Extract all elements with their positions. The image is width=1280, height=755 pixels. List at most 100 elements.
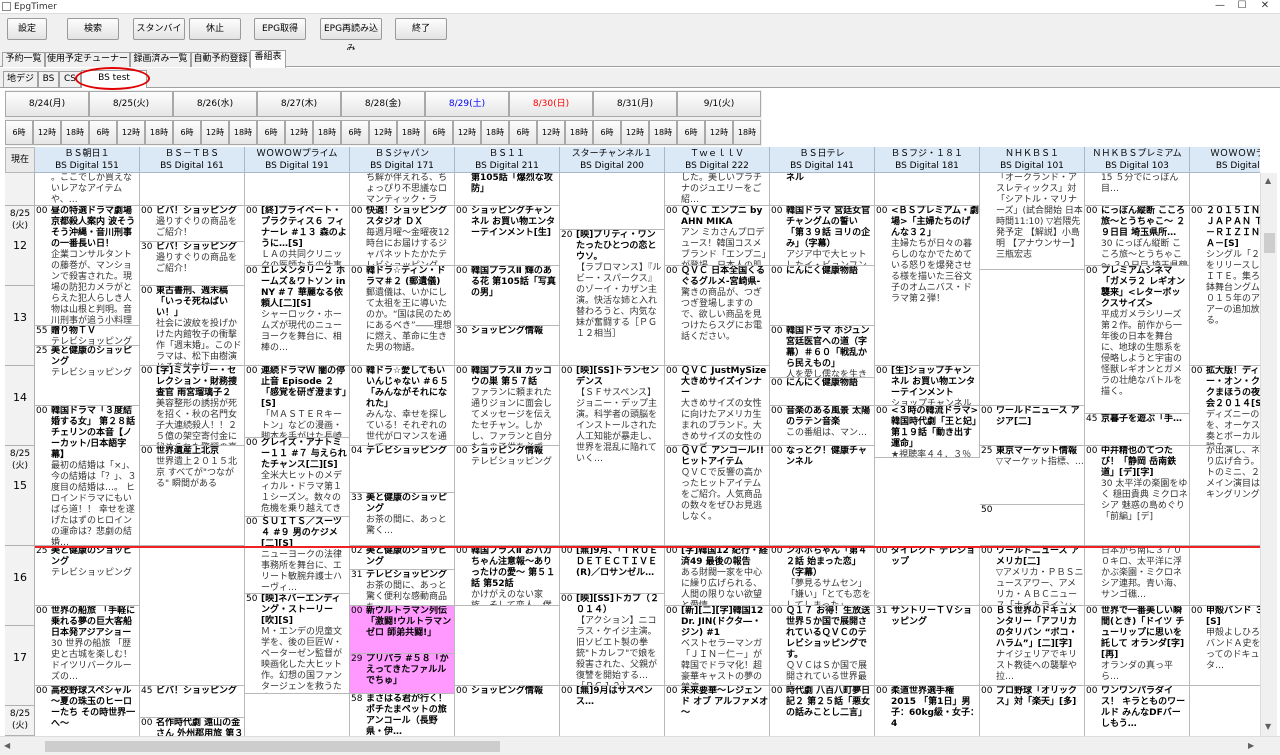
search-button[interactable]: 検索 bbox=[67, 18, 119, 40]
date-button[interactable]: 8/28(金) bbox=[341, 91, 425, 117]
vertical-scroll-thumb[interactable] bbox=[1264, 233, 1275, 253]
date-button[interactable]: 8/26(水) bbox=[173, 91, 257, 117]
close-button[interactable]: ✕ bbox=[1254, 0, 1276, 12]
epg-fetch-button[interactable]: EPG取得 bbox=[254, 18, 306, 40]
hour-button[interactable]: 12時 bbox=[621, 120, 649, 145]
program-cell[interactable]: 00 ショッピング情報 テレビショッピング bbox=[455, 446, 560, 546]
date-button[interactable]: 8/31(月) bbox=[593, 91, 677, 117]
program-cell[interactable]: 58 まさはる君が行く！ポチたまペットの旅 アンコール（長野県・伊… bbox=[350, 694, 455, 736]
program-cell[interactable]: 00 韓国ドラマ「３度結婚する女」 第２８話 チェリンの本音【ノーカット/日本語字… bbox=[35, 406, 140, 546]
hour-button[interactable]: 12時 bbox=[369, 120, 397, 145]
date-button[interactable]: 8/25(火) bbox=[89, 91, 173, 117]
tab-epg-view[interactable]: 番組表 bbox=[250, 50, 286, 68]
program-cell[interactable]: 00 韓国ドラマ ホジュン 宮廷医官への道（字幕）＃６０「戦乱から民えもの」 人を愛… bbox=[770, 326, 875, 378]
program-cell[interactable]: 04 テレビショッピング bbox=[350, 446, 455, 493]
hour-button[interactable]: 6時 bbox=[677, 120, 705, 145]
program-cell[interactable]: 33 美と健康のショッピング お茶の間に、あっと驚く… bbox=[350, 493, 455, 546]
program-cell[interactable]: 日本から南に３７００キロ、太平洋に浮かぶ楽園・ミクロネシア連邦。青い海、サンゴ礁… bbox=[1085, 546, 1190, 606]
program-cell[interactable]: 50 [映]ネバーエンディング・ストーリー[吹][S] Ｍ・エンデの児童文学を、後の… bbox=[245, 594, 350, 694]
program-cell[interactable]: 00 [新][二][字]韓国12 Dr. JIN(ドクタ―・ジン) #1 ベストセラ… bbox=[665, 606, 770, 686]
program-cell[interactable]: 00 にっぽん縦断 こころ旅～とうちゃこ～ ２９日目 埼玉県所… 30 にっぽん縦断… bbox=[1085, 206, 1190, 266]
program-cell[interactable]: 00 中井精也のてつたび！「静岡 岳南鉄道」[デ][字] 30 太平洋の楽園をゆく … bbox=[1085, 446, 1190, 546]
hour-button[interactable]: 12時 bbox=[201, 120, 229, 145]
program-cell[interactable]: 第105話「爆烈な攻防」 bbox=[455, 173, 560, 206]
program-cell[interactable]: 00 ＱＶＣ 日本全国くるぐるグルメ-宮崎県- 驚きの商品が、つぎつぎ登場しますので… bbox=[665, 266, 770, 366]
program-cell[interactable]: ネル bbox=[770, 173, 875, 206]
tab-auto-reserve[interactable]: 自動予約登録 bbox=[191, 52, 250, 67]
program-cell[interactable]: 00 [映][SS]トランセンデンス 【ＳＦサスペンス】ジョニー・デップ主演。科学者… bbox=[560, 366, 665, 546]
program-cell[interactable]: 00拡大版！ディズニー・オン・クラシックまほうの夜の音楽会２０１４[S]ディズニ… bbox=[1190, 366, 1260, 446]
hour-button[interactable]: 18時 bbox=[481, 120, 509, 145]
horizontal-scrollbar[interactable]: ◀ ▶ bbox=[0, 736, 1280, 755]
hour-button[interactable]: 6時 bbox=[257, 120, 285, 145]
program-cell[interactable]: 00 ワンワンパラダイス！ キラとものワールド みんなDFバーしもう… bbox=[1085, 686, 1190, 736]
hour-button[interactable]: 18時 bbox=[649, 120, 677, 145]
program-cell[interactable]: 02 美と健康のショッピング bbox=[350, 546, 455, 570]
program-cell[interactable]: 00 柔道世界選手権2015 「第1日」男子：60kg級・女子：4 bbox=[875, 686, 980, 736]
program-cell[interactable]: 00 ダイレクト テレショップ bbox=[875, 546, 980, 606]
program-cell[interactable]: 00 ＳＵＩＴＳ／スーツ４ #９ 男のケジメ[二][S] ニューヨークの法律事務所を… bbox=[245, 517, 350, 594]
program-cell[interactable]: 45 京暮子を遊ぶ「手… bbox=[1085, 414, 1190, 446]
scroll-right-icon[interactable]: ▶ bbox=[1248, 741, 1254, 751]
program-cell[interactable]: 00名作時代劇 遠山の金さん 外州郡用旅 第３部「呪いの鈴剣・盟山の bbox=[140, 718, 245, 736]
channel-header-cell[interactable]: ＢＳ朝日１ BS Digital 151 bbox=[35, 147, 140, 173]
program-cell[interactable]: 00 時代劇 八百八町夢日記２ 第２５話「悪女の話みことし二言」 bbox=[770, 686, 875, 736]
program-cell[interactable]: 00 新ウルトラマン列伝「激闘!ウルトラマンゼロ 師弟共闘!」 bbox=[350, 606, 455, 654]
program-cell[interactable]: 00 ンボボちゃん「第４２話 始まった恋」（字幕） 「夢見るサムセン」「嫌い」「とて… bbox=[770, 546, 875, 606]
program-cell[interactable] bbox=[455, 606, 560, 686]
program-cell[interactable]: 29 プリパラ #５８「かえってきたファルルでちゅ」 bbox=[350, 654, 455, 694]
hour-button[interactable]: 12時 bbox=[705, 120, 733, 145]
exit-button[interactable]: 終了 bbox=[395, 18, 447, 40]
hour-button[interactable]: 18時 bbox=[397, 120, 425, 145]
program-cell[interactable]: 00 韓ドラ☆ティン・ドラマ＃２ (郵遺儀) 郵遺儀は、いかにして太祖を王に導いたの… bbox=[350, 266, 455, 366]
program-cell[interactable]: が出演し、ネタを繰り広げ合う。サポートのミニ、２０１５メイン演目はキン・キングリ… bbox=[1190, 446, 1260, 546]
program-cell[interactable]: 00 韓国プラスⅡ おバカちゃん注意報～ありったけの愛～ 第５１話 第52話 かけが… bbox=[455, 546, 560, 606]
now-button[interactable]: 現在 bbox=[5, 147, 35, 173]
program-cell[interactable] bbox=[245, 173, 350, 206]
channel-header-cell[interactable]: スターチャンネル１ BS Digital 200 bbox=[560, 147, 665, 173]
program-cell[interactable] bbox=[875, 173, 980, 206]
date-button[interactable]: 8/27(木) bbox=[257, 91, 341, 117]
hour-button[interactable]: 12時 bbox=[33, 120, 61, 145]
tab-recorded[interactable]: 録画済み一覧 bbox=[130, 52, 191, 67]
program-cell[interactable] bbox=[140, 173, 245, 206]
hour-button[interactable]: 12時 bbox=[453, 120, 481, 145]
program-cell[interactable]: 00 プレミアムシネマ「ガメラ２ レギオン襲来」<レターボックスサイズ> 平成ガメラ… bbox=[1085, 266, 1190, 414]
channel-header-cell[interactable]: ＢＳフジ・１８１ BS Digital 181 bbox=[875, 147, 980, 173]
program-cell[interactable]: 。ここでしか買えないレアなアイテムや、… bbox=[35, 173, 140, 206]
program-cell[interactable] bbox=[560, 173, 665, 230]
program-cell[interactable]: 00 音楽のある風景 太陽のラテン音楽 この番組は、マン… bbox=[770, 406, 875, 446]
program-cell[interactable]: 00 連続ドラマＷ 闇の停止音 Episode ２「感覚を研ぎ澄ます」[S] 「ＭＡ… bbox=[245, 366, 350, 438]
program-cell[interactable]: 00甲殻バンド ３[二][S]甲殻よしひろ自身のバンドＡ史を振り返ってのドキュメ… bbox=[1190, 606, 1260, 686]
program-cell[interactable]: 00 [無]9月はサスペンス… bbox=[560, 686, 665, 736]
program-cell[interactable]: 00 世界遺産上北京 世界遺上２０１５北京 すべてが"つながる" 瞬間がある bbox=[140, 446, 245, 546]
program-cell[interactable]: 00 ＱＶＣ アンコール!! ヒットアイテム ＱＶＣで反響の高かったヒットアイテムを… bbox=[665, 446, 770, 546]
program-cell[interactable]: 00 昼の特選ドラマ劇場 京都殺人案内 波そう そう沖縄・音川刑事の一番長い日！企… bbox=[35, 206, 140, 326]
hour-button[interactable]: 18時 bbox=[61, 120, 89, 145]
channel-header-cell[interactable]: ＢＳ日テレ BS Digital 141 bbox=[770, 147, 875, 173]
program-cell[interactable]: 50 bbox=[980, 505, 1085, 546]
program-cell[interactable]: 00 韓国プラスⅡ 輝のある花 第105話「写真の男」 bbox=[455, 266, 560, 326]
program-cell[interactable]: 31 サントリーＴＶショッピング bbox=[875, 606, 980, 686]
channel-header-cell[interactable]: ＷＯＷＯＷライ BS Digital 1 bbox=[1190, 147, 1260, 173]
channel-header-cell[interactable]: ＷＯＷＯＷプライム BS Digital 191 bbox=[245, 147, 350, 173]
program-cell[interactable]: 25 美と健康のショッピング テレビショッピング bbox=[35, 546, 140, 606]
date-button[interactable]: 8/30(日) bbox=[509, 91, 593, 117]
program-cell[interactable]: 31テレビショッピングお茶の間に、あっと驚く便利な感動商品を… bbox=[350, 570, 455, 606]
program-cell[interactable]: 00 [映][SS]トカブ（２０１４） 【アクション】ニコラス・ケイジ主演。旧ソビエ… bbox=[560, 594, 665, 686]
program-cell[interactable]: 00 Ｑ１７ お得！生放送 世界５か国で展開されているＱＶＣのテレビショッピングで… bbox=[770, 606, 875, 686]
hour-button[interactable]: 6時 bbox=[5, 120, 33, 145]
program-cell[interactable]: 00 [字]韓国12 紀行・経済49 最後の報告 ある財閥一家を中心に繰り広げられる… bbox=[665, 546, 770, 606]
program-cell[interactable]: 00 にんにく健康物語 bbox=[770, 266, 875, 326]
program-cell[interactable]: 00 ショッピングチャンネル お買い物エンターテインメント[生] bbox=[455, 206, 560, 266]
hour-button[interactable]: 6時 bbox=[593, 120, 621, 145]
program-cell[interactable]: 00 東古書刑、週末稿「いっそ死ねばいい！」 社会に波紋を投げかけた内館牧子の衝撃作… bbox=[140, 286, 245, 366]
scroll-down-icon[interactable]: ▼ bbox=[1265, 722, 1271, 732]
tab-reservations[interactable]: 予約一覧 bbox=[2, 52, 45, 67]
vertical-scrollbar[interactable]: ▲ ▼ bbox=[1260, 173, 1277, 736]
program-cell[interactable] bbox=[980, 270, 1085, 406]
hour-button[interactable]: 6時 bbox=[509, 120, 537, 145]
program-cell[interactable] bbox=[1190, 686, 1260, 736]
epg-reload-button[interactable]: EPG再読み込み bbox=[320, 18, 382, 54]
subtab-bs[interactable]: BS bbox=[38, 71, 59, 87]
